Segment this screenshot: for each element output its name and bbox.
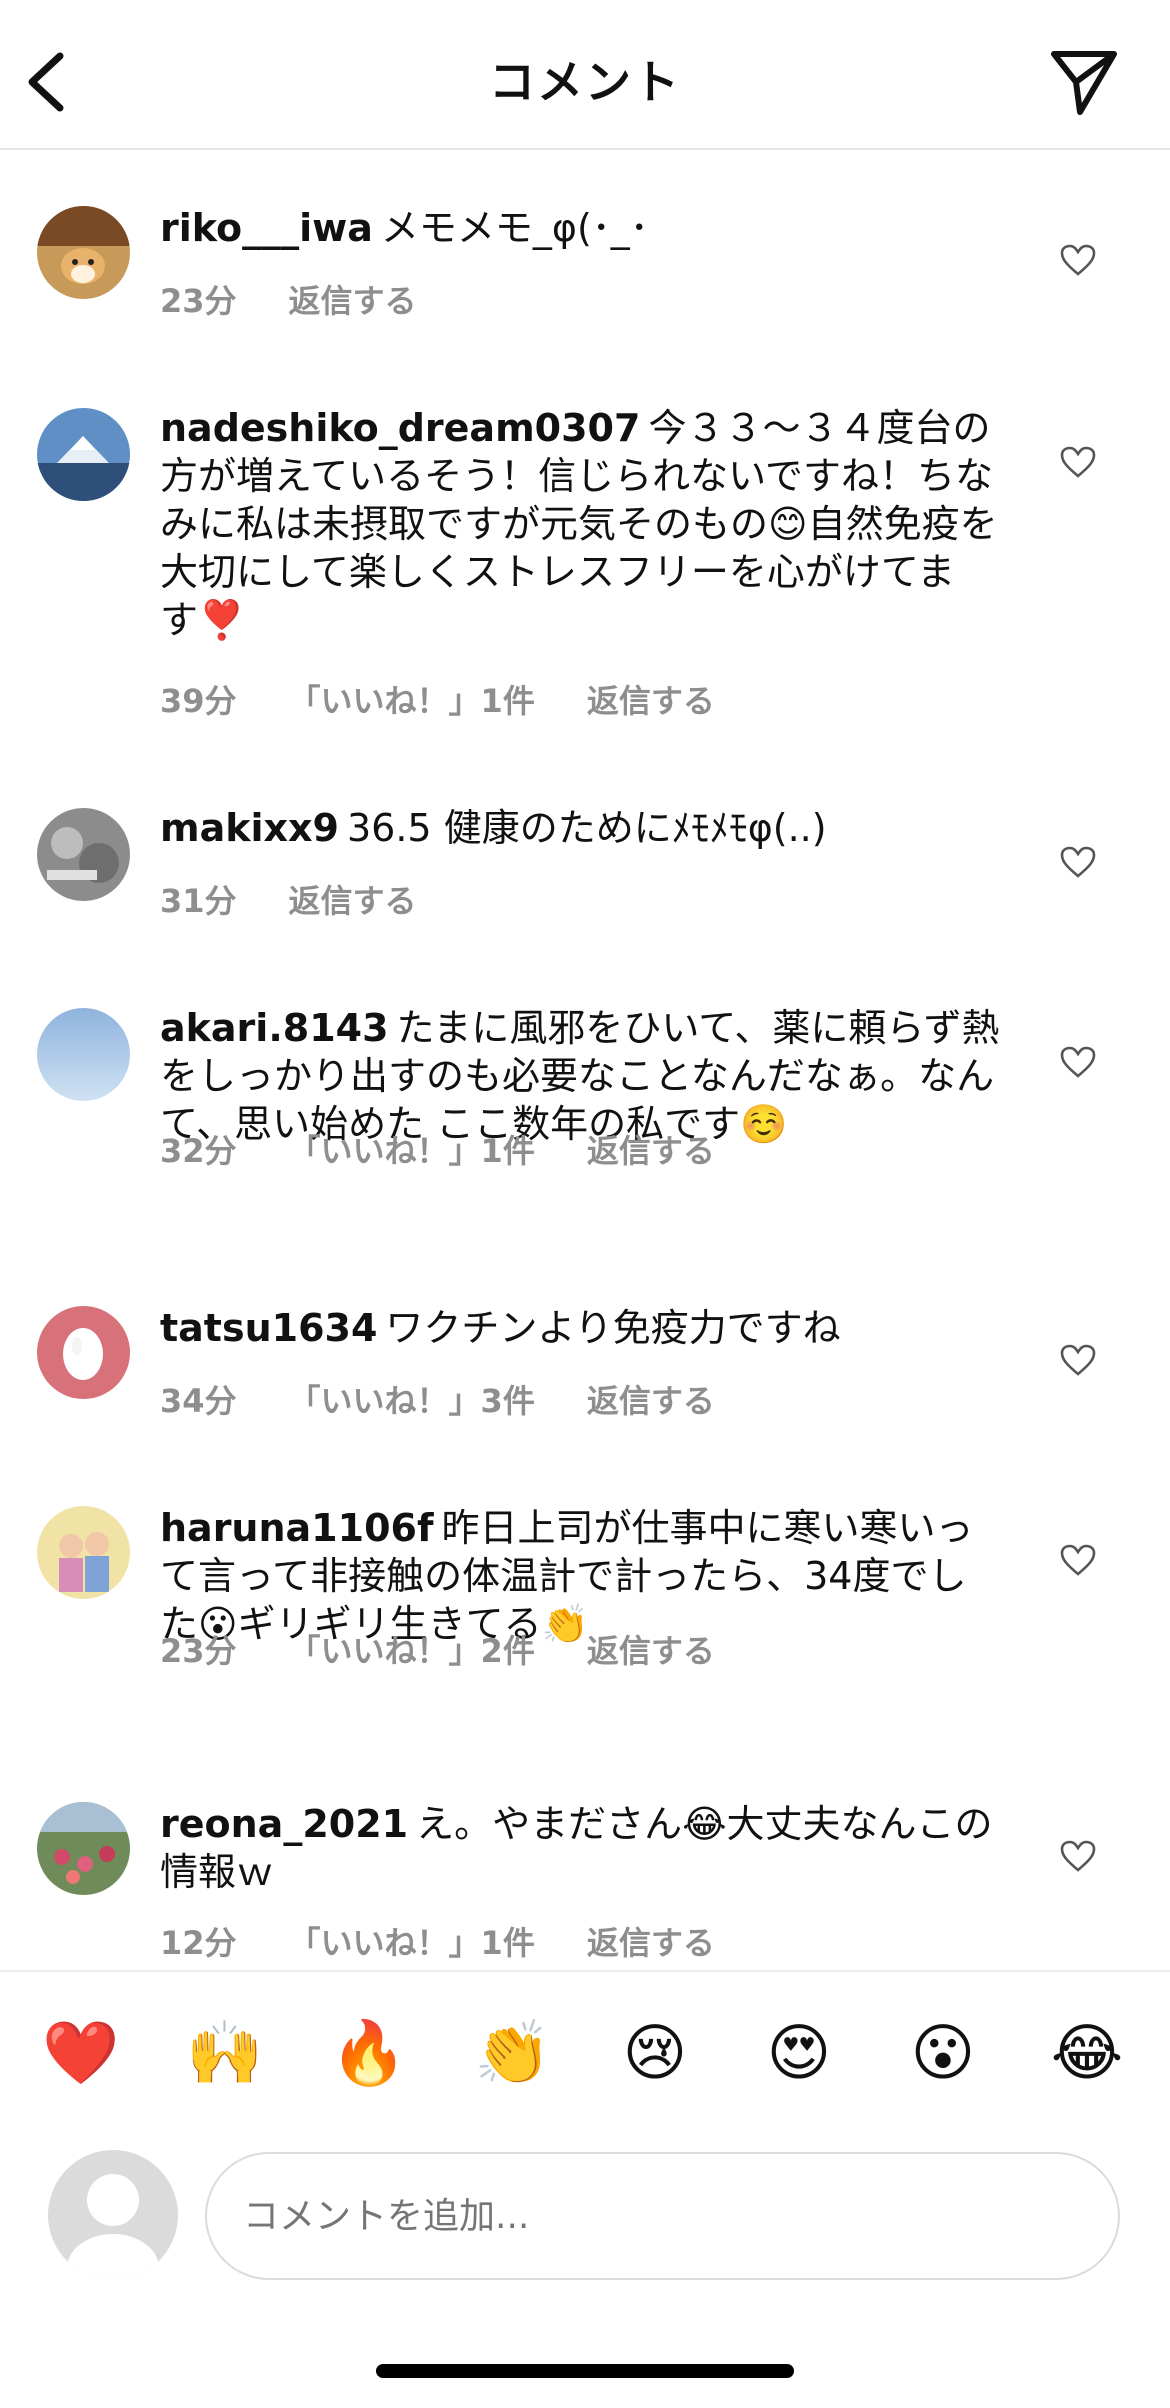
comment-likes[interactable]: 「いいね！」3件 bbox=[289, 1382, 535, 1420]
comment-composer bbox=[0, 2130, 1170, 2290]
avatar[interactable] bbox=[37, 1008, 130, 1101]
comment-username[interactable]: tatsu1634 bbox=[160, 1306, 377, 1350]
page-title: コメント bbox=[489, 55, 681, 109]
comment-input[interactable] bbox=[205, 2152, 1120, 2280]
paper-plane-icon[interactable] bbox=[1050, 48, 1118, 116]
comment-username[interactable]: reona_2021 bbox=[160, 1802, 408, 1846]
reply-button[interactable]: 返信する bbox=[587, 1132, 715, 1170]
reply-button[interactable]: 返信する bbox=[289, 882, 417, 920]
comment-meta: 23分 「いいね！」2件 返信する bbox=[160, 1626, 767, 1672]
reply-button[interactable]: 返信する bbox=[587, 682, 715, 720]
home-indicator bbox=[376, 2364, 794, 2378]
comment-time: 32分 bbox=[160, 1132, 237, 1170]
comment-meta: 23分 返信する bbox=[160, 276, 469, 322]
emoji-reaction-bar: ❤️ 🙌 🔥 👏 😢 😍 😮 😂 bbox=[0, 1970, 1170, 2130]
heart-icon[interactable] bbox=[1060, 1544, 1096, 1576]
comment-username[interactable]: akari.8143 bbox=[160, 1006, 389, 1050]
heart-icon[interactable] bbox=[1060, 1046, 1096, 1078]
comment-likes[interactable]: 「いいね！」1件 bbox=[289, 682, 535, 720]
emoji-fire-button[interactable]: 🔥 bbox=[330, 2016, 407, 2090]
heart-icon[interactable] bbox=[1060, 846, 1096, 878]
comment-list: riko___iwa メモメモ_φ(･_･ 23分 返信する nadeshiko_d… bbox=[0, 150, 1170, 1970]
comment-meta: 31分 返信する bbox=[160, 876, 469, 922]
reply-button[interactable]: 返信する bbox=[587, 1924, 715, 1962]
comment-likes[interactable]: 「いいね！」2件 bbox=[289, 1632, 535, 1670]
avatar[interactable] bbox=[37, 1306, 130, 1399]
comment-time: 12分 bbox=[160, 1924, 237, 1962]
avatar[interactable] bbox=[37, 206, 130, 299]
comment-username[interactable]: haruna1106f bbox=[160, 1506, 433, 1550]
heart-icon[interactable] bbox=[1060, 1840, 1096, 1872]
comment-text: reona_2021 え。やまださん😂大丈夫なんこの情報ｗ bbox=[160, 1800, 1000, 1896]
emoji-surprised-button[interactable]: 😮 bbox=[906, 2016, 980, 2090]
avatar[interactable] bbox=[37, 408, 130, 501]
comment-text: riko___iwa メモメモ_φ(･_･ bbox=[160, 204, 1000, 252]
emoji-clap-button[interactable]: 👏 bbox=[474, 2016, 551, 2090]
emoji-heart-eyes-button[interactable]: 😍 bbox=[762, 2016, 836, 2090]
comment-likes[interactable]: 「いいね！」1件 bbox=[289, 1924, 535, 1962]
my-avatar bbox=[48, 2150, 178, 2280]
comment-meta: 12分 「いいね！」1件 返信する bbox=[160, 1918, 767, 1964]
comment-body: 36.5 健康のためにﾒﾓﾒﾓφ(..) bbox=[347, 806, 827, 850]
reply-button[interactable]: 返信する bbox=[289, 282, 417, 320]
comment-time: 34分 bbox=[160, 1382, 237, 1420]
comment-time: 23分 bbox=[160, 282, 237, 320]
reply-button[interactable]: 返信する bbox=[587, 1632, 715, 1670]
comment-body: メモメモ_φ(･_･ bbox=[380, 206, 649, 250]
comment-text: tatsu1634 ワクチンより免疫力ですね bbox=[160, 1304, 1000, 1352]
comment-body: ワクチンより免疫力ですね bbox=[385, 1306, 841, 1350]
emoji-crying-button[interactable]: 😢 bbox=[618, 2016, 692, 2090]
comment-username[interactable]: nadeshiko_dream0307 bbox=[160, 406, 640, 450]
comment-meta: 32分 「いいね！」1件 返信する bbox=[160, 1126, 767, 1172]
header: コメント bbox=[0, 0, 1170, 150]
emoji-heart-button[interactable]: ❤️ bbox=[42, 2016, 119, 2090]
emoji-raised-hands-button[interactable]: 🙌 bbox=[186, 2016, 263, 2090]
avatar[interactable] bbox=[37, 1506, 130, 1599]
reply-button[interactable]: 返信する bbox=[587, 1382, 715, 1420]
comment-time: 23分 bbox=[160, 1632, 237, 1670]
comment-likes[interactable]: 「いいね！」1件 bbox=[289, 1132, 535, 1170]
heart-icon[interactable] bbox=[1060, 1344, 1096, 1376]
emoji-laughing-button[interactable]: 😂 bbox=[1050, 2016, 1124, 2090]
comment-username[interactable]: riko___iwa bbox=[160, 206, 373, 250]
comment-meta: 34分 「いいね！」3件 返信する bbox=[160, 1376, 767, 1422]
comment-text: makixx9 36.5 健康のためにﾒﾓﾒﾓφ(..) bbox=[160, 804, 1000, 852]
avatar[interactable] bbox=[37, 808, 130, 901]
comment-username[interactable]: makixx9 bbox=[160, 806, 339, 850]
comment-meta: 39分 「いいね！」1件 返信する bbox=[160, 676, 767, 722]
heart-icon[interactable] bbox=[1060, 244, 1096, 276]
comment-time: 39分 bbox=[160, 682, 237, 720]
avatar[interactable] bbox=[37, 1802, 130, 1895]
heart-icon[interactable] bbox=[1060, 446, 1096, 478]
comment-text: nadeshiko_dream0307 今３３〜３４度台の方が増えているそう！信じ… bbox=[160, 404, 1000, 644]
comment-time: 31分 bbox=[160, 882, 237, 920]
